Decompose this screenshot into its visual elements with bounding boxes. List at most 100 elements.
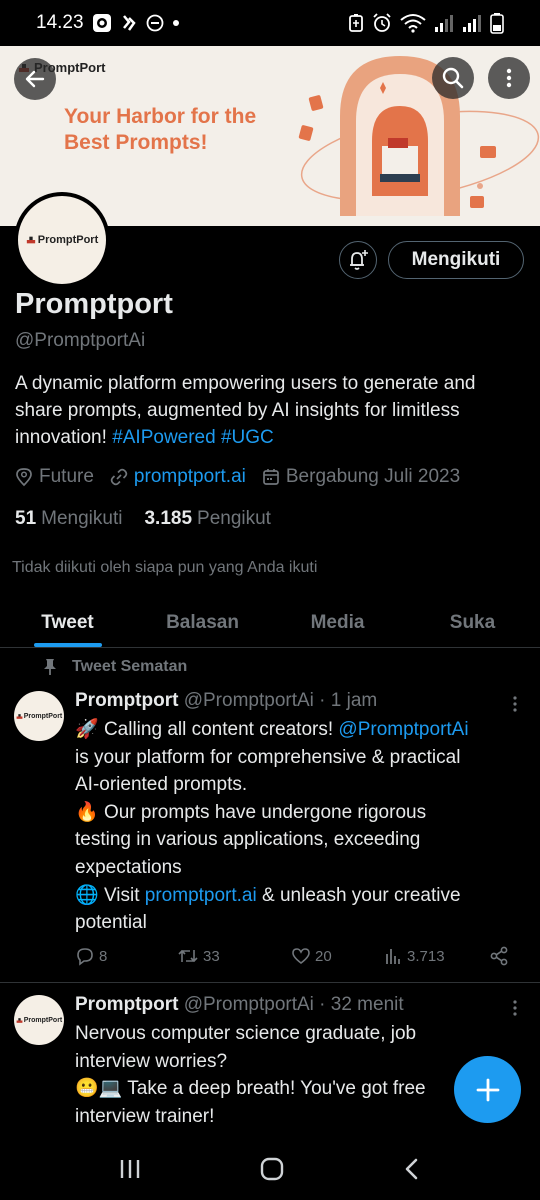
mention-link[interactable]: @PromptportAi xyxy=(338,719,468,740)
status-bar: 14.23 xyxy=(0,0,540,46)
ship-logo-icon xyxy=(26,236,35,244)
tweet-body: 🚀 Calling all content creators! @Promptp… xyxy=(75,716,530,937)
share-button[interactable] xyxy=(489,946,509,966)
follow-stats: 51 Mengikuti 3.185 Pengikut xyxy=(15,508,271,530)
following-label: Mengikuti xyxy=(41,508,123,529)
reply-icon xyxy=(77,948,93,966)
back-button[interactable] xyxy=(14,58,56,100)
retweet-button[interactable]: 33 xyxy=(177,946,291,966)
recent-apps-button[interactable] xyxy=(118,1158,142,1185)
more-options-button[interactable] xyxy=(488,57,530,99)
profile-bio: A dynamic platform empowering users to g… xyxy=(15,370,525,451)
profile-tabs: Tweet Balasan Media Suka xyxy=(0,598,540,648)
view-count: 3.713 xyxy=(407,947,445,965)
location-item: Future xyxy=(15,466,94,488)
plus-icon xyxy=(476,1078,499,1101)
notification-app-icon xyxy=(92,13,112,33)
following-stat[interactable]: 51 Mengikuti xyxy=(15,508,122,530)
not-followed-notice: Tidak diikuti oleh siapa pun yang Anda i… xyxy=(12,559,318,576)
views-button[interactable]: 3.713 xyxy=(385,946,489,966)
hashtag-link[interactable]: #AIPowered xyxy=(112,427,216,448)
recent-apps-icon xyxy=(121,1159,140,1178)
retweet-count: 33 xyxy=(203,947,220,965)
battery-saver-icon xyxy=(348,13,364,33)
tweet-text: Visit xyxy=(98,884,145,906)
tweet-meta: @PromptportAi · 1 jam xyxy=(183,690,378,711)
like-count: 20 xyxy=(315,947,332,965)
tweet-text: Calling all content creators! xyxy=(98,719,339,740)
tweet-text: Take a deep breath! You've got free xyxy=(122,1078,426,1100)
notifications-bell-button[interactable] xyxy=(339,241,377,279)
tweet-author-name[interactable]: Promptport xyxy=(75,690,178,711)
tweet-more-icon[interactable] xyxy=(512,696,518,714)
like-button[interactable]: 20 xyxy=(291,946,385,966)
wifi-icon xyxy=(400,13,426,33)
calendar-icon xyxy=(263,469,279,485)
location-text: Future xyxy=(39,466,94,487)
fire-emoji-icon: 🔥 xyxy=(75,801,99,823)
hashtag-link[interactable]: #UGC xyxy=(221,427,274,448)
home-button[interactable] xyxy=(259,1156,285,1187)
ship-logo-icon xyxy=(16,1017,23,1023)
website-item: promptport.ai xyxy=(110,466,246,488)
tweet-author-name[interactable]: Promptport xyxy=(75,994,178,1015)
tweet-actions: 8 33 20 3.713 xyxy=(75,946,515,966)
grimace-laptop-emoji-icon: 😬💻 xyxy=(75,1078,123,1100)
website-link[interactable]: promptport.ai xyxy=(134,466,246,488)
chevron-left-icon xyxy=(405,1158,417,1179)
tweet-text: is your platform for comprehensive & pra… xyxy=(75,746,461,768)
rocket-emoji-icon: 🚀 xyxy=(75,719,99,740)
following-button[interactable]: Mengikuti xyxy=(388,241,524,279)
profile-name: Promptport xyxy=(15,288,173,320)
compose-tweet-button[interactable] xyxy=(454,1056,521,1123)
tweet-link[interactable]: promptport.ai xyxy=(145,885,257,906)
following-count: 51 xyxy=(15,508,37,529)
tweet-text: expectations xyxy=(75,856,182,878)
status-time: 14.23 xyxy=(36,12,84,33)
pinned-tweet-label: Tweet Sematan xyxy=(42,658,187,676)
notification-app-icon-2 xyxy=(120,13,138,33)
tweet-divider xyxy=(0,982,540,983)
tweet-text: & unleash your creative xyxy=(256,884,461,906)
alarm-icon xyxy=(372,13,392,33)
followers-stat[interactable]: 3.185 Pengikut xyxy=(144,508,271,530)
back-system-button[interactable] xyxy=(402,1157,422,1186)
search-button[interactable] xyxy=(432,57,474,99)
tweet-text: potential xyxy=(75,912,147,934)
tab-likes[interactable]: Suka xyxy=(405,598,540,647)
home-icon xyxy=(260,1157,284,1180)
tweet-more-icon[interactable] xyxy=(512,1000,518,1018)
battery-icon xyxy=(490,12,504,34)
system-navigation-bar xyxy=(0,1142,540,1200)
globe-emoji-icon: 🌐 xyxy=(75,884,99,906)
banner-tagline: Your Harbor for the Best Prompts! xyxy=(64,105,257,154)
tweet-text: Our prompts have undergone rigorous xyxy=(98,801,427,823)
followers-count: 3.185 xyxy=(144,508,193,529)
do-not-disturb-icon xyxy=(146,14,164,32)
heart-icon xyxy=(292,948,310,965)
signal-icon xyxy=(434,13,454,33)
joined-item: Bergabung Juli 2023 xyxy=(262,466,460,488)
tab-tweets[interactable]: Tweet xyxy=(0,598,135,647)
profile-meta: Future promptport.ai Bergabung Juli 2023 xyxy=(15,466,476,488)
share-icon xyxy=(490,946,508,966)
reply-count: 8 xyxy=(99,947,108,965)
tweet-avatar-text: PromptPort xyxy=(23,712,63,720)
tweet-text: testing in various applications, exceedi… xyxy=(75,829,421,851)
pin-icon xyxy=(44,659,56,675)
tweet-avatar[interactable]: PromptPort xyxy=(14,691,64,741)
tab-media[interactable]: Media xyxy=(270,598,405,647)
tab-replies[interactable]: Balasan xyxy=(135,598,270,647)
search-icon xyxy=(442,67,464,89)
tweet-text: Nervous computer science graduate, job xyxy=(75,1023,417,1044)
reply-button[interactable]: 8 xyxy=(75,946,177,966)
profile-avatar[interactable]: PromptPort xyxy=(14,192,110,288)
tweet-avatar[interactable]: PromptPort xyxy=(14,995,64,1045)
arrow-left-icon xyxy=(25,70,45,88)
pinned-text: Tweet Sematan xyxy=(72,658,188,675)
retweet-icon xyxy=(178,949,198,963)
views-chart-icon xyxy=(386,949,400,964)
more-notifications-dot-icon xyxy=(172,19,180,27)
ship-logo-icon xyxy=(16,713,23,719)
tweet-header: Promptport @PromptportAi · 32 menit xyxy=(75,994,404,1016)
